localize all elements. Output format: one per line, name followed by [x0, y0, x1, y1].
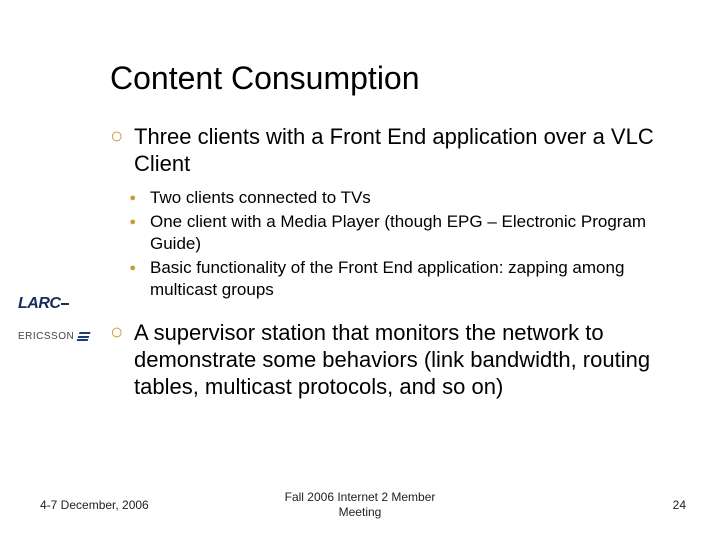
sub-bullet-list: ● Two clients connected to TVs ● One cli…: [110, 187, 680, 301]
sub-bullet-item: ● Basic functionality of the Front End a…: [110, 257, 680, 301]
slide-title: Content Consumption: [110, 60, 680, 97]
bullet-solid-icon: ●: [110, 187, 150, 209]
larc-logo: LARC: [18, 295, 88, 313]
ericsson-logo-text: ERICSSON: [18, 331, 74, 342]
footer-date: 4-7 December, 2006: [40, 498, 149, 512]
sub-bullet-text: Basic functionality of the Front End app…: [150, 257, 680, 301]
bullet-item: ○ A supervisor station that monitors the…: [110, 319, 680, 400]
sub-bullet-item: ● One client with a Media Player (though…: [110, 211, 680, 255]
bullet-solid-icon: ●: [110, 257, 150, 279]
sub-bullet-text: One client with a Media Player (though E…: [150, 211, 680, 255]
bullet-item: ○ Three clients with a Front End applica…: [110, 123, 680, 177]
ericsson-bars-icon: [76, 331, 91, 343]
bullet-open-icon: ○: [110, 123, 134, 149]
bullet-open-icon: ○: [110, 319, 134, 345]
slide-footer: 4-7 December, 2006 Fall 2006 Internet 2 …: [0, 490, 720, 520]
footer-page-number: 24: [673, 498, 686, 512]
logo-area: LARC ERICSSON: [18, 295, 88, 343]
bullet-text: A supervisor station that monitors the n…: [134, 319, 680, 400]
slide-body: ○ Three clients with a Front End applica…: [110, 123, 680, 400]
footer-center-line2: Meeting: [339, 505, 382, 519]
bullet-text: Three clients with a Front End applicati…: [134, 123, 680, 177]
slide: Content Consumption ○ Three clients with…: [0, 0, 720, 540]
ericsson-logo: ERICSSON: [18, 331, 88, 343]
larc-bar-icon: [61, 303, 69, 305]
sub-bullet-item: ● Two clients connected to TVs: [110, 187, 680, 209]
bullet-solid-icon: ●: [110, 211, 150, 233]
larc-logo-text: LARC: [18, 295, 60, 312]
sub-bullet-text: Two clients connected to TVs: [150, 187, 371, 209]
footer-center-line1: Fall 2006 Internet 2 Member: [285, 490, 436, 504]
